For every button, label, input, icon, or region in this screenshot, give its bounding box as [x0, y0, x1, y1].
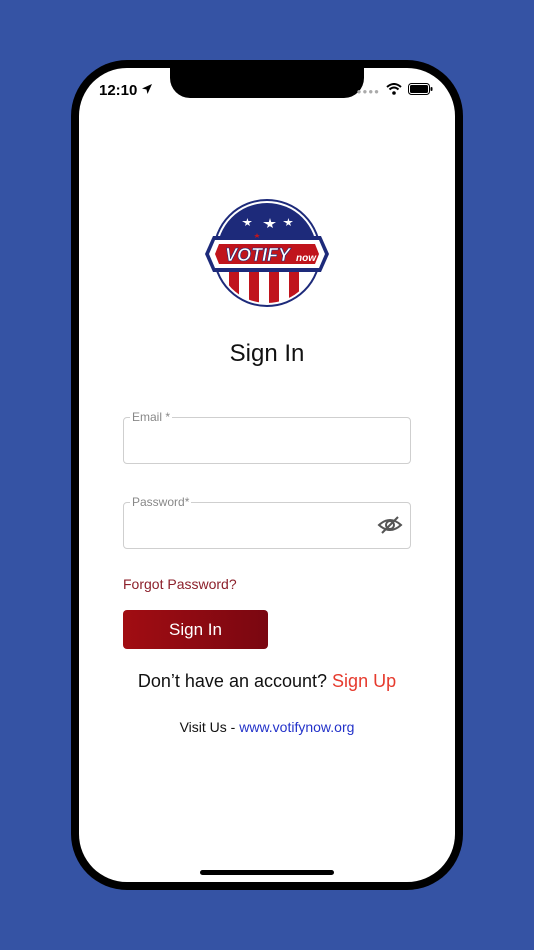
location-arrow-icon [141, 82, 153, 99]
password-field[interactable]: Password* [123, 495, 411, 549]
account-prompt-line: Don’t have an account? Sign Up [79, 671, 455, 692]
signal-dots-icon: ●●●● [356, 86, 380, 96]
battery-icon [408, 82, 433, 100]
password-input[interactable] [132, 511, 376, 541]
logo-text: VOTIFY [225, 245, 292, 265]
votify-logo: VOTIFY now [205, 198, 329, 313]
status-time: 12:10 [99, 82, 153, 99]
logo-suffix-text: now [296, 253, 317, 264]
visit-line: Visit Us - www.votifynow.org [79, 719, 455, 735]
status-icons: ●●●● [357, 82, 433, 100]
phone-frame: 12:10 ●●●● VOTIFY now Sign In Email * Pa… [71, 60, 463, 890]
home-indicator[interactable] [200, 870, 334, 875]
app-screen: 12:10 ●●●● VOTIFY now Sign In Email * Pa… [79, 68, 455, 882]
forgot-password-link[interactable]: Forgot Password? [123, 576, 237, 592]
email-field[interactable]: Email * [123, 410, 411, 464]
website-link[interactable]: www.votifynow.org [239, 719, 354, 735]
status-time-text: 12:10 [99, 82, 138, 99]
page-title: Sign In [229, 340, 305, 367]
email-label: Email * [130, 410, 173, 424]
sign-in-button[interactable]: Sign In [123, 610, 268, 649]
visit-prefix-text: Visit Us - [179, 719, 240, 735]
wifi-icon [386, 82, 402, 100]
notch [170, 68, 364, 98]
sign-up-link[interactable]: Sign Up [332, 671, 396, 691]
email-input[interactable] [132, 426, 376, 456]
account-prompt-text: Don’t have an account? [137, 671, 328, 691]
password-label: Password* [130, 495, 192, 509]
eye-slash-icon[interactable] [377, 514, 403, 541]
